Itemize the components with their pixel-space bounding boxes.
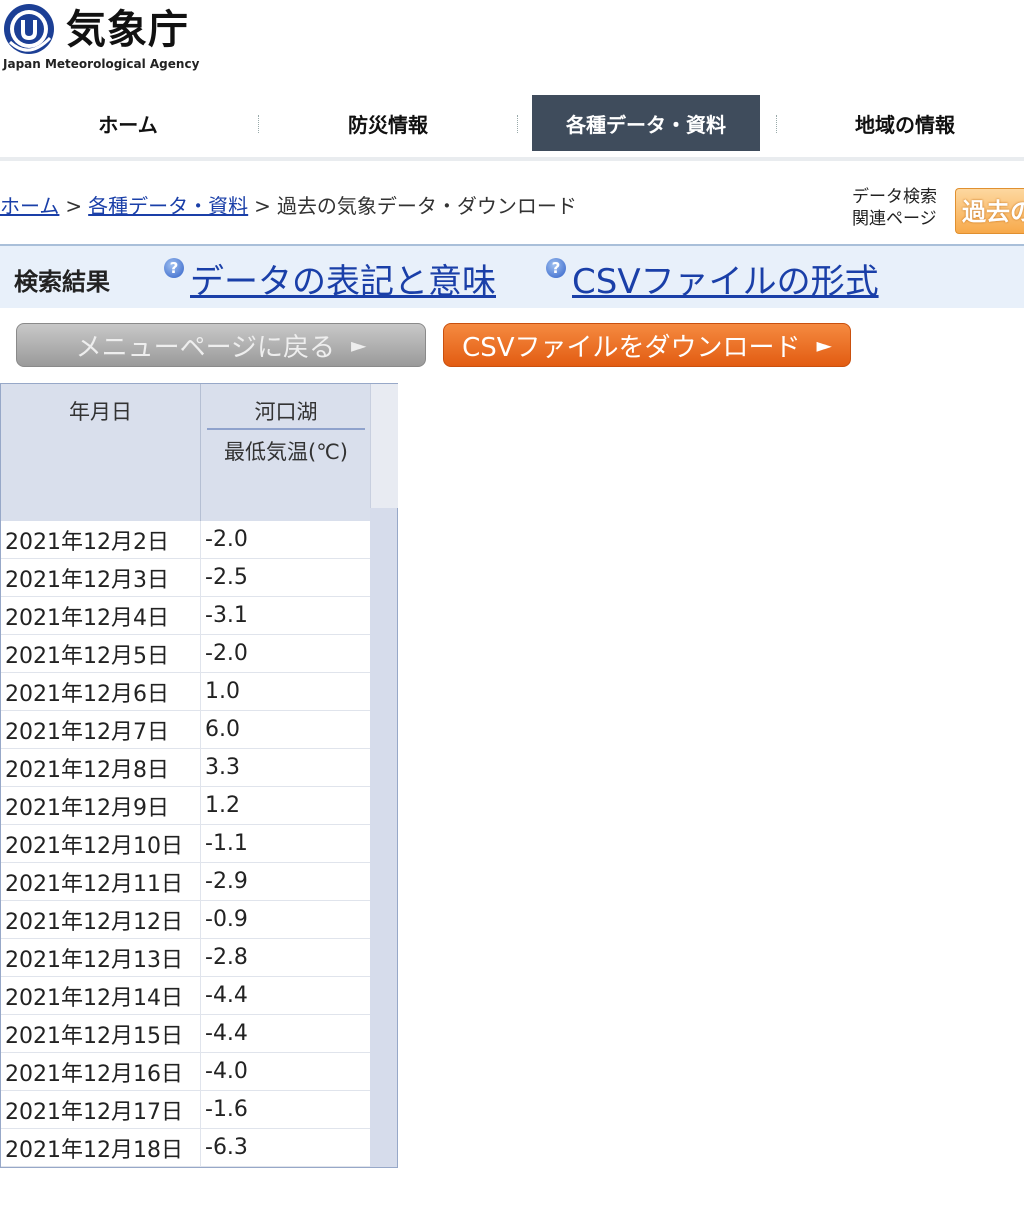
- row-value: -4.0: [200, 1052, 371, 1091]
- breadcrumb-current: 過去の気象データ・ダウンロード: [276, 194, 577, 218]
- table-row: 2021年12月12日 -0.9: [1, 900, 371, 939]
- row-value: -2.9: [200, 862, 371, 901]
- row-value: -0.9: [200, 900, 371, 939]
- table-scrollbar[interactable]: [370, 384, 398, 1167]
- back-to-menu-button[interactable]: メニューページに戻る ►: [16, 323, 426, 367]
- csv-download-label: CSVファイルをダウンロード: [462, 332, 801, 363]
- table-row: 2021年12月10日 -1.1: [1, 824, 371, 863]
- agency-name: 気象庁: [66, 7, 189, 53]
- nav-item-data[interactable]: 各種データ・資料: [532, 95, 760, 151]
- nav-separator: [517, 115, 518, 133]
- back-to-menu-label: メニューページに戻る: [75, 332, 336, 363]
- row-date: 2021年12月15日: [1, 1014, 201, 1053]
- table-row: 2021年12月11日 -2.9: [1, 862, 371, 901]
- help-icon[interactable]: ?: [164, 258, 184, 278]
- row-value: -6.3: [200, 1128, 371, 1167]
- scrollbar-thumb[interactable]: [370, 384, 398, 508]
- table-row: 2021年12月4日 -3.1: [1, 596, 371, 635]
- row-date: 2021年12月17日: [1, 1090, 201, 1129]
- table-row: 2021年12月18日 -6.3: [1, 1128, 371, 1167]
- table-row: 2021年12月9日 1.2: [1, 786, 371, 825]
- table-row: 2021年12月13日 -2.8: [1, 938, 371, 977]
- row-value: -2.0: [200, 634, 371, 673]
- global-nav: ホーム 防災情報 各種データ・資料 地域の情報: [0, 95, 1024, 151]
- row-value: -2.8: [200, 938, 371, 977]
- table-row: 2021年12月17日 -1.6: [1, 1090, 371, 1129]
- agency-logo[interactable]: 気象庁 Japan Meteorological Agency: [0, 0, 200, 80]
- row-date: 2021年12月3日: [1, 558, 201, 597]
- row-date: 2021年12月10日: [1, 824, 201, 863]
- nav-item-disaster-info[interactable]: 防災情報: [274, 95, 502, 151]
- play-arrow-icon: ►: [351, 333, 367, 357]
- breadcrumb: ホーム > 各種データ・資料 > 過去の気象データ・ダウンロード: [0, 190, 577, 219]
- row-value: -4.4: [200, 1014, 371, 1053]
- breadcrumb-section-link[interactable]: 各種データ・資料: [88, 194, 248, 218]
- station-name: 河口湖: [207, 396, 365, 430]
- row-date: 2021年12月12日: [1, 900, 201, 939]
- breadcrumb-home-link[interactable]: ホーム: [0, 194, 59, 218]
- table-row: 2021年12月7日 6.0: [1, 710, 371, 749]
- table-row: 2021年12月16日 -4.0: [1, 1052, 371, 1091]
- measure-name: 最低気温(℃): [224, 440, 348, 464]
- results-bar: 検索結果 ? データの表記と意味 ? CSVファイルの形式: [0, 244, 1024, 308]
- row-date: 2021年12月7日: [1, 710, 201, 749]
- row-date: 2021年12月5日: [1, 634, 201, 673]
- nav-separator: [776, 115, 777, 133]
- row-value: 1.0: [200, 672, 371, 711]
- results-title: 検索結果: [14, 268, 110, 296]
- row-date: 2021年12月2日: [1, 521, 201, 559]
- row-value: -1.1: [200, 824, 371, 863]
- past-data-button[interactable]: 過去の: [955, 188, 1024, 234]
- row-value: 1.2: [200, 786, 371, 825]
- play-arrow-icon: ►: [816, 333, 832, 357]
- row-date: 2021年12月18日: [1, 1128, 201, 1167]
- row-value: -4.4: [200, 976, 371, 1015]
- csv-download-button[interactable]: CSVファイルをダウンロード ►: [443, 323, 851, 367]
- nav-item-regional-info[interactable]: 地域の情報: [791, 95, 1019, 151]
- row-date: 2021年12月8日: [1, 748, 201, 787]
- breadcrumb-separator: >: [254, 194, 271, 218]
- breadcrumb-separator: >: [65, 194, 83, 218]
- row-date: 2021年12月14日: [1, 976, 201, 1015]
- row-date: 2021年12月6日: [1, 672, 201, 711]
- jma-logo-icon: [4, 4, 54, 54]
- table-row: 2021年12月5日 -2.0: [1, 634, 371, 673]
- agency-subtitle: Japan Meteorological Agency: [3, 57, 200, 71]
- nav-separator: [258, 115, 259, 133]
- table-row: 2021年12月8日 3.3: [1, 748, 371, 787]
- row-date: 2021年12月16日: [1, 1052, 201, 1091]
- row-date: 2021年12月4日: [1, 596, 201, 635]
- related-pages-label: データ検索関連ページ: [852, 187, 937, 229]
- data-table: 年月日 河口湖 最低気温(℃) 2021年12月2日 -2.0 2021年12月3…: [1, 384, 371, 1167]
- row-value: 6.0: [200, 710, 371, 749]
- table-row: 2021年12月6日 1.0: [1, 672, 371, 711]
- data-table-container: 年月日 河口湖 最低気温(℃) 2021年12月2日 -2.0 2021年12月3…: [0, 383, 398, 1168]
- table-row: 2021年12月14日 -4.4: [1, 976, 371, 1015]
- nav-divider: [0, 157, 1024, 161]
- row-value: -1.6: [200, 1090, 371, 1129]
- table-row: 2021年12月15日 -4.4: [1, 1014, 371, 1053]
- row-value: 3.3: [200, 748, 371, 787]
- csv-format-link[interactable]: CSVファイルの形式: [572, 254, 879, 303]
- row-value: -3.1: [200, 596, 371, 635]
- table-row: 2021年12月2日 -2.0: [1, 521, 371, 559]
- date-column-header: 年月日: [1, 384, 201, 521]
- data-notation-link[interactable]: データの表記と意味: [190, 254, 496, 303]
- row-date: 2021年12月9日: [1, 786, 201, 825]
- help-icon[interactable]: ?: [546, 258, 566, 278]
- station-column-header: 河口湖 最低気温(℃): [200, 384, 371, 521]
- table-row: 2021年12月3日 -2.5: [1, 558, 371, 597]
- row-date: 2021年12月11日: [1, 862, 201, 901]
- row-value: -2.5: [200, 558, 371, 597]
- row-date: 2021年12月13日: [1, 938, 201, 977]
- nav-item-home[interactable]: ホーム: [14, 95, 242, 151]
- row-value: -2.0: [200, 521, 371, 559]
